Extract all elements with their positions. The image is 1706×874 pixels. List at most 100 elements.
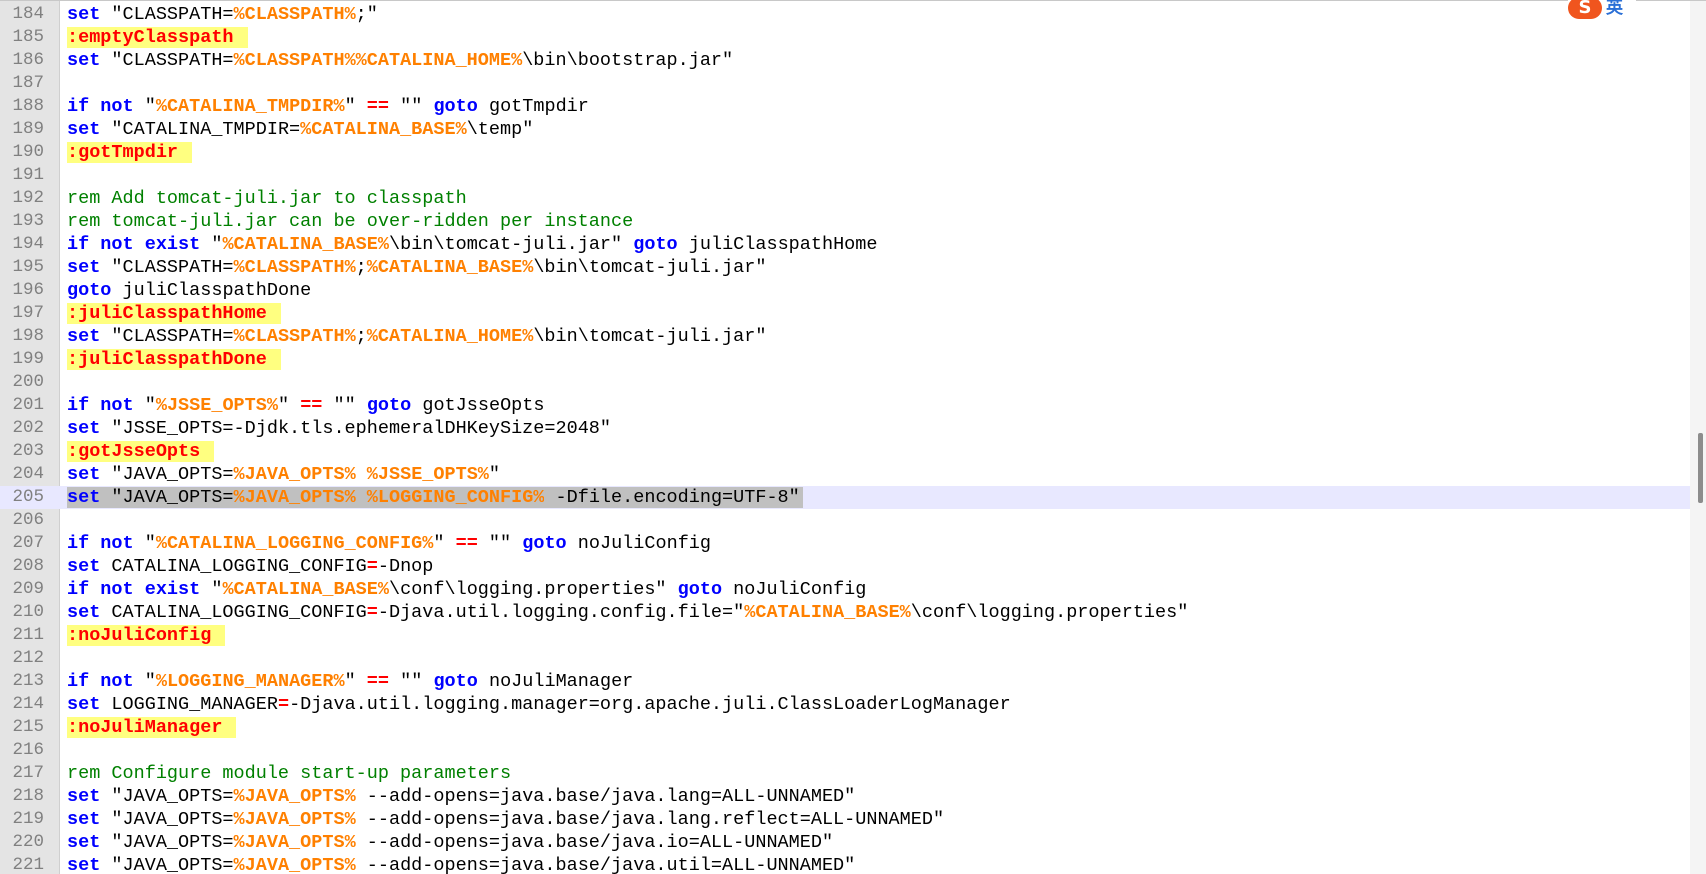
comment-token: rem Add tomcat-juli.jar to classpath: [67, 188, 467, 209]
code-lines[interactable]: 184 set "CLASSPATH=%CLASSPATH%;" 185:empty…: [0, 3, 1690, 874]
line-code[interactable]: rem Configure module start-up parameters: [67, 762, 511, 785]
code-line-current[interactable]: 205 set "JAVA_OPTS=%JAVA_OPTS% %LOGGING_C…: [0, 486, 1690, 509]
line-code[interactable]: set "JAVA_OPTS=%JAVA_OPTS% %LOGGING_CONF…: [67, 486, 803, 509]
variable-token: %JSSE_OPTS%: [155, 395, 278, 416]
code-line[interactable]: 199:juliClasspathDone: [0, 348, 1690, 371]
line-code[interactable]: set "JAVA_OPTS=%JAVA_OPTS% --add-opens=j…: [67, 785, 855, 808]
operator-token: ==: [366, 96, 390, 117]
line-code[interactable]: if not "%JSSE_OPTS%" == "" goto gotJsseO…: [67, 394, 544, 417]
code-line[interactable]: 196 goto juliClasspathDone: [0, 279, 1690, 302]
code-line[interactable]: 212: [0, 647, 1690, 670]
line-code[interactable]: :juliClasspathHome: [67, 302, 281, 325]
code-line[interactable]: 216: [0, 739, 1690, 762]
text-token: -Djava.util.logging.manager=org.apache.j…: [289, 694, 1011, 715]
line-code[interactable]: :emptyClasspath: [67, 26, 248, 49]
code-line[interactable]: 208 set CATALINA_LOGGING_CONFIG=-Dnop: [0, 555, 1690, 578]
code-line[interactable]: 197:juliClasspathHome: [0, 302, 1690, 325]
line-code[interactable]: set "JAVA_OPTS=%JAVA_OPTS% --add-opens=j…: [67, 831, 833, 854]
scrollbar-thumb[interactable]: [1698, 433, 1703, 503]
line-code[interactable]: set "CATALINA_TMPDIR=%CATALINA_BASE%\tem…: [67, 118, 533, 141]
code-line[interactable]: 221 set "JAVA_OPTS=%JAVA_OPTS% --add-open…: [0, 854, 1690, 874]
code-line[interactable]: 204 set "JAVA_OPTS=%JAVA_OPTS% %JSSE_OPTS…: [0, 463, 1690, 486]
code-line[interactable]: 220 set "JAVA_OPTS=%JAVA_OPTS% --add-open…: [0, 831, 1690, 854]
code-line[interactable]: 206: [0, 509, 1690, 532]
line-code[interactable]: rem tomcat-juli.jar can be over-ridden p…: [67, 210, 633, 233]
code-line[interactable]: 186 set "CLASSPATH=%CLASSPATH%%CATALINA_H…: [0, 49, 1690, 72]
code-line[interactable]: 215:noJuliManager: [0, 716, 1690, 739]
line-code[interactable]: set "JSSE_OPTS=-Djdk.tls.ephemeralDHKeyS…: [67, 417, 611, 440]
line-code[interactable]: :juliClasspathDone: [67, 348, 281, 371]
code-line[interactable]: 200: [0, 371, 1690, 394]
code-line[interactable]: 198 set "CLASSPATH=%CLASSPATH%;%CATALINA_…: [0, 325, 1690, 348]
code-line[interactable]: 201 if not "%JSSE_OPTS%" == "" goto gotJs…: [0, 394, 1690, 417]
line-code[interactable]: set "JAVA_OPTS=%JAVA_OPTS% --add-opens=j…: [67, 808, 944, 831]
line-code[interactable]: rem Add tomcat-juli.jar to classpath: [67, 187, 467, 210]
code-line[interactable]: 203:gotJsseOpts: [0, 440, 1690, 463]
line-code[interactable]: set CATALINA_LOGGING_CONFIG=-Dnop: [67, 555, 433, 578]
text-token: \conf\logging.properties": [910, 602, 1189, 623]
text-token: "JAVA_OPTS=: [100, 786, 234, 807]
code-line[interactable]: 187: [0, 72, 1690, 95]
keyword-token: set: [67, 257, 101, 278]
line-code[interactable]: if not exist "%CATALINA_BASE%\conf\loggi…: [67, 578, 866, 601]
line-code[interactable]: set "CLASSPATH=%CLASSPATH%%CATALINA_HOME…: [67, 49, 733, 72]
code-line[interactable]: 190:gotTmpdir: [0, 141, 1690, 164]
variable-token: %CATALINA_HOME%: [366, 326, 534, 347]
line-code[interactable]: if not "%CATALINA_LOGGING_CONFIG%" == ""…: [67, 532, 711, 555]
ime-indicator[interactable]: S 英: [1568, 0, 1636, 20]
code-line[interactable]: 214 set LOGGING_MANAGER=-Djava.util.loggi…: [0, 693, 1690, 716]
line-code[interactable]: :gotTmpdir: [67, 141, 193, 164]
line-code[interactable]: set "JAVA_OPTS=%JAVA_OPTS% --add-opens=j…: [67, 854, 855, 874]
keyword-token: set: [67, 487, 101, 508]
vertical-scrollbar[interactable]: [1690, 1, 1706, 874]
code-line[interactable]: 207 if not "%CATALINA_LOGGING_CONFIG%" ==…: [0, 532, 1690, 555]
code-line[interactable]: 209 if not exist "%CATALINA_BASE%\conf\lo…: [0, 578, 1690, 601]
ime-language-label: 英: [1606, 0, 1623, 18]
line-code[interactable]: set CATALINA_LOGGING_CONFIG=-Djava.util.…: [67, 601, 1188, 624]
keyword-token: if not: [67, 533, 134, 554]
code-line[interactable]: 213 if not "%LOGGING_MANAGER%" == "" goto…: [0, 670, 1690, 693]
line-code[interactable]: goto juliClasspathDone: [67, 279, 311, 302]
code-line[interactable]: 185:emptyClasspath: [0, 26, 1690, 49]
keyword-token: set: [67, 556, 101, 577]
line-number: 191: [12, 165, 44, 185]
code-line[interactable]: 202 set "JSSE_OPTS=-Djdk.tls.ephemeralDHK…: [0, 417, 1690, 440]
line-code[interactable]: if not "%LOGGING_MANAGER%" == "" goto no…: [67, 670, 633, 693]
text-token: LOGGING_MANAGER: [100, 694, 278, 715]
line-code[interactable]: :noJuliConfig: [67, 624, 226, 647]
label-token: :gotJsseOpts: [67, 441, 215, 462]
code-line[interactable]: 193 rem tomcat-juli.jar can be over-ridde…: [0, 210, 1690, 233]
line-code[interactable]: set LOGGING_MANAGER=-Djava.util.logging.…: [67, 693, 1011, 716]
code-line[interactable]: 211:noJuliConfig: [0, 624, 1690, 647]
text-token: "JAVA_OPTS=: [100, 832, 234, 853]
code-line[interactable]: 210 set CATALINA_LOGGING_CONFIG=-Djava.ut…: [0, 601, 1690, 624]
variable-token: %JAVA_OPTS%: [233, 809, 356, 830]
keyword-token: set: [67, 4, 101, 25]
code-line[interactable]: 188 if not "%CATALINA_TMPDIR%" == "" goto…: [0, 95, 1690, 118]
code-editor[interactable]: 184 set "CLASSPATH=%CLASSPATH%;" 185:empty…: [0, 0, 1706, 874]
line-code[interactable]: set "CLASSPATH=%CLASSPATH%;%CATALINA_HOM…: [67, 325, 766, 348]
line-code[interactable]: if not exist "%CATALINA_BASE%\bin\tomcat…: [67, 233, 878, 256]
text-token: ": [200, 234, 223, 255]
line-number: 193: [12, 211, 44, 231]
line-code[interactable]: :gotJsseOpts: [67, 440, 215, 463]
code-line[interactable]: 192 rem Add tomcat-juli.jar to classpath: [0, 187, 1690, 210]
code-line[interactable]: 194 if not exist "%CATALINA_BASE%\bin\tom…: [0, 233, 1690, 256]
keyword-token: goto: [633, 234, 678, 255]
label-token: :juliClasspathHome: [67, 303, 281, 324]
operator-token: =: [366, 602, 378, 623]
line-code[interactable]: set "CLASSPATH=%CLASSPATH%;%CATALINA_BAS…: [67, 256, 766, 279]
line-code[interactable]: set "CLASSPATH=%CLASSPATH%;": [67, 3, 378, 26]
variable-token: %CLASSPATH%: [233, 326, 356, 347]
code-line[interactable]: 195 set "CLASSPATH=%CLASSPATH%;%CATALINA_…: [0, 256, 1690, 279]
sogou-logo-icon: S: [1568, 0, 1602, 19]
code-line[interactable]: 184 set "CLASSPATH=%CLASSPATH%;": [0, 3, 1690, 26]
line-code[interactable]: if not "%CATALINA_TMPDIR%" == "" goto go…: [67, 95, 589, 118]
code-line[interactable]: 217 rem Configure module start-up paramet…: [0, 762, 1690, 785]
code-line[interactable]: 219 set "JAVA_OPTS=%JAVA_OPTS% --add-open…: [0, 808, 1690, 831]
code-line[interactable]: 191: [0, 164, 1690, 187]
line-code[interactable]: set "JAVA_OPTS=%JAVA_OPTS% %JSSE_OPTS%": [67, 463, 500, 486]
line-code[interactable]: :noJuliManager: [67, 716, 237, 739]
code-line[interactable]: 189 set "CATALINA_TMPDIR=%CATALINA_BASE%\…: [0, 118, 1690, 141]
code-line[interactable]: 218 set "JAVA_OPTS=%JAVA_OPTS% --add-open…: [0, 785, 1690, 808]
